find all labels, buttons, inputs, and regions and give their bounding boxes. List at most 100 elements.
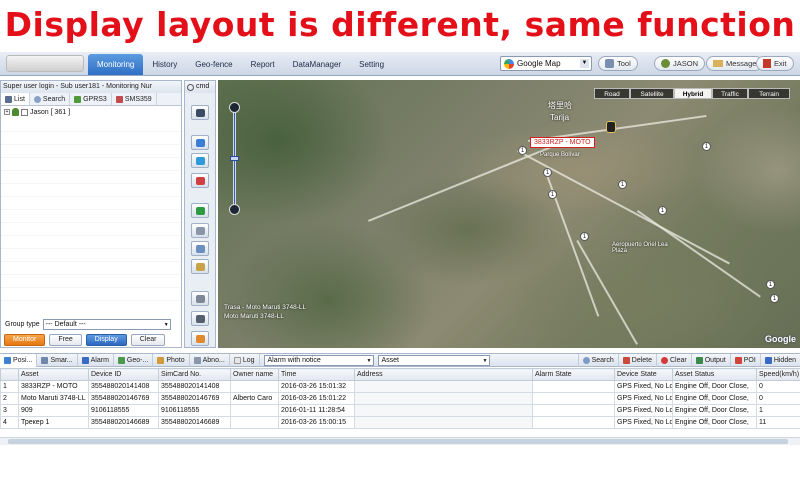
vehicle-label[interactable]: 3833RZP - MOTO: [530, 137, 595, 148]
cell-owner: [230, 380, 279, 393]
map-provider-select[interactable]: Google Map ▼: [500, 56, 592, 71]
col-device-state[interactable]: Device State: [614, 368, 673, 381]
screen-icon: [196, 109, 205, 117]
monitor-button[interactable]: Monitor: [4, 334, 46, 346]
tab-setting[interactable]: Setting: [350, 54, 393, 75]
forward-tool-button[interactable]: [191, 153, 209, 168]
screen-tool-button[interactable]: [191, 105, 209, 120]
map-type-satellite[interactable]: Satellite: [630, 88, 674, 99]
tab-abnormal[interactable]: Abno...: [190, 353, 230, 367]
poi-action[interactable]: POI: [729, 353, 760, 367]
tab-list[interactable]: List: [1, 93, 30, 105]
display-button[interactable]: Display: [85, 334, 127, 346]
tab-report[interactable]: Report: [242, 54, 284, 75]
map-type-terrain[interactable]: Terrain: [748, 88, 790, 99]
delete-action[interactable]: Delete: [617, 353, 656, 367]
scrollbar-thumb[interactable]: [8, 439, 788, 444]
picture-tool-button[interactable]: [191, 241, 209, 256]
filter-tool-button[interactable]: [191, 291, 209, 306]
output-action[interactable]: Output: [690, 353, 730, 367]
col-simcard[interactable]: SimCard No.: [158, 368, 231, 381]
asset-filter-select[interactable]: Asset ▼: [377, 354, 490, 366]
exit-button[interactable]: Exit: [756, 56, 794, 71]
tree-item-jason[interactable]: + Jason [ 361 ]: [1, 106, 181, 118]
map-type-road[interactable]: Road: [594, 88, 630, 99]
cell-device-state: GPS Fixed, No Lo: [614, 392, 673, 405]
clear-action[interactable]: Clear: [656, 353, 691, 367]
user-button[interactable]: JASON: [654, 56, 706, 71]
tab-geo[interactable]: Geo-...: [114, 353, 154, 367]
cell-address: [354, 404, 533, 417]
stop-tool-button[interactable]: [191, 173, 209, 188]
group-type-select[interactable]: --- Default --- ▼: [42, 319, 171, 330]
alarm-filter-select[interactable]: Alarm with notice ▼: [263, 354, 374, 366]
col-device-id[interactable]: Device ID: [88, 368, 159, 381]
settings-tool-button[interactable]: [191, 259, 209, 274]
horizontal-scrollbar[interactable]: [0, 437, 800, 445]
wrench-tool-button[interactable]: [191, 311, 209, 326]
map-view[interactable]: 1 1 1 1 1 1 1 1 1 Road Satellite Hybrid …: [218, 80, 800, 348]
tab-log[interactable]: Log: [230, 353, 260, 367]
tab-alarm[interactable]: Alarm: [78, 353, 114, 367]
col-asset[interactable]: Asset: [18, 368, 89, 381]
table-row[interactable]: 1 3833RZP - MOTO 355488020141408 3554880…: [0, 380, 800, 393]
col-alarm-state[interactable]: Alarm State: [532, 368, 615, 381]
tab-gprs[interactable]: GPRS3: [70, 93, 112, 105]
zoom-slider-handle[interactable]: [230, 156, 239, 161]
col-address[interactable]: Address: [354, 368, 533, 381]
col-index[interactable]: [0, 368, 19, 381]
map-type-hybrid[interactable]: Hybrid: [674, 88, 712, 99]
col-time[interactable]: Time: [278, 368, 355, 381]
phone-tool-button[interactable]: [191, 203, 209, 218]
list-icon: [5, 95, 12, 103]
clear-button[interactable]: Clear: [130, 334, 166, 346]
tab-geo-fence[interactable]: Geo-fence: [186, 54, 241, 75]
zoom-in-icon[interactable]: [229, 102, 240, 113]
hidden-action-label: Hidden: [773, 356, 796, 364]
tab-history[interactable]: History: [143, 54, 186, 75]
user-label: JASON: [673, 59, 699, 68]
tab-smart[interactable]: Smar...: [37, 353, 78, 367]
vehicle-table: Asset Device ID SimCard No. Owner name T…: [0, 368, 800, 429]
cell-address: [354, 392, 533, 405]
alarm-icon: [81, 356, 89, 364]
device-list-area: [1, 119, 181, 309]
table-row[interactable]: 4 Трекер 1 355488020146689 3554880201466…: [0, 416, 800, 429]
table-row[interactable]: 3 909 9106118555 9106118555 2016-01-11 1…: [0, 404, 800, 417]
chevron-down-icon: ▼: [163, 322, 169, 328]
zoom-control[interactable]: [228, 102, 240, 215]
tree-checkbox[interactable]: [21, 108, 28, 116]
position-label: Trasa - Moto Maruti 3748-LL: [224, 304, 307, 311]
col-owner[interactable]: Owner name: [230, 368, 279, 381]
abnormal-icon: [193, 356, 201, 364]
col-asset-status[interactable]: Asset Status: [672, 368, 757, 381]
tab-datamanager[interactable]: DataManager: [284, 54, 350, 75]
route-shield: 1: [518, 146, 527, 155]
tab-sms-label: SMS359: [124, 95, 152, 103]
tab-photo[interactable]: Photo: [153, 353, 190, 367]
map-type-traffic[interactable]: Traffic: [712, 88, 748, 99]
route-tool-button[interactable]: [191, 331, 209, 346]
free-button[interactable]: Free: [49, 334, 82, 346]
search-action[interactable]: Search: [577, 353, 618, 367]
table-row[interactable]: 2 Moto Maruti 3748-LL 355488020146769 35…: [0, 392, 800, 405]
cell-asset-status: Engine Off, Door Close,: [672, 404, 757, 417]
zoom-out-icon[interactable]: [229, 204, 240, 215]
photo-tool-button[interactable]: [191, 223, 209, 238]
vehicle-marker[interactable]: [606, 121, 616, 133]
tool-button[interactable]: Tool: [598, 56, 638, 71]
tab-search[interactable]: Search: [30, 93, 71, 105]
message-button[interactable]: Message: [706, 56, 764, 71]
google-logo: Google: [765, 334, 796, 344]
tab-monitoring[interactable]: Monitoring: [88, 54, 144, 75]
tab-sms[interactable]: SMS359: [112, 93, 157, 105]
expand-icon[interactable]: +: [4, 109, 10, 115]
col-speed[interactable]: Speed(km/h): [756, 368, 800, 381]
cell-owner: [230, 416, 279, 429]
tab-position[interactable]: Posi...: [0, 353, 38, 367]
banner: Display layout is different, same functi…: [0, 0, 800, 48]
locate-tool-button[interactable]: [191, 135, 209, 150]
map-road: [576, 240, 638, 345]
hidden-action[interactable]: Hidden: [759, 353, 800, 367]
delete-action-label: Delete: [631, 356, 652, 364]
